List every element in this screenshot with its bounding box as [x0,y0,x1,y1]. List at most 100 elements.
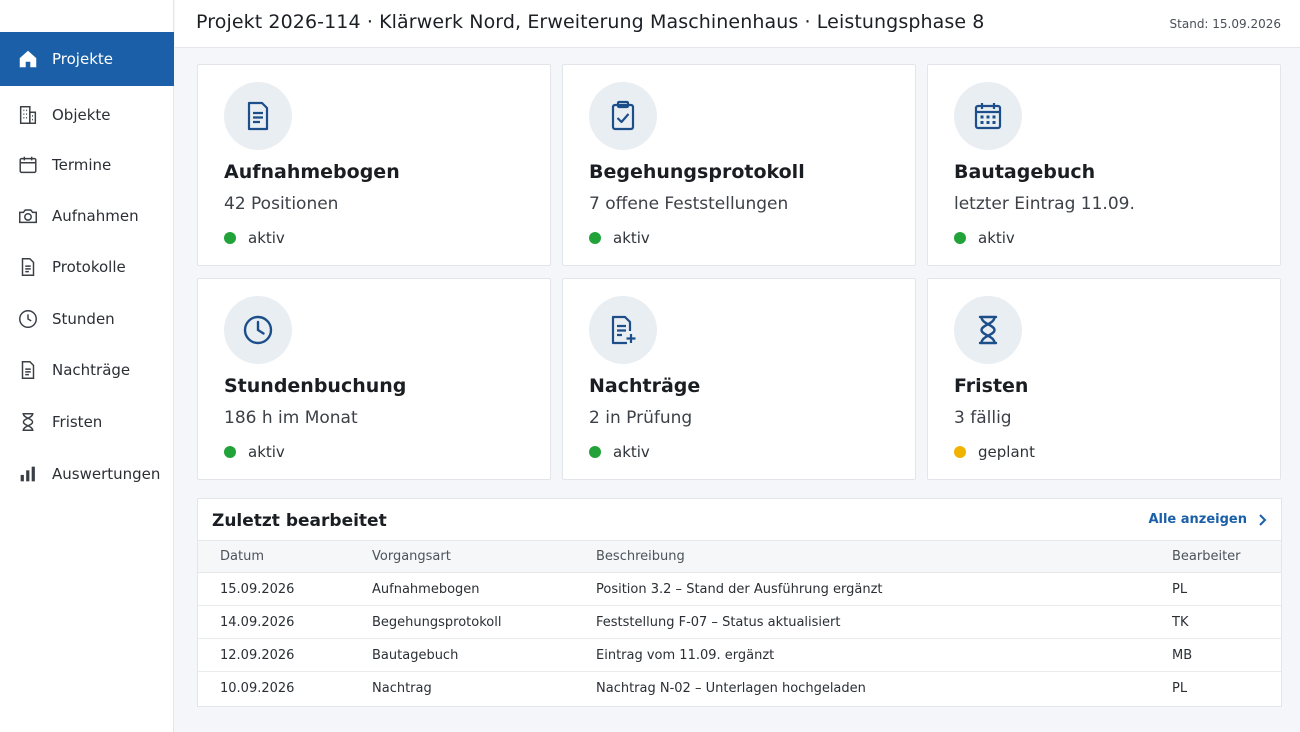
sidebar-item-label: Projekte [52,50,113,68]
status-badge: aktiv [954,229,1015,247]
camera-icon [17,205,39,227]
building-icon [17,104,39,126]
column-header-vorgangsart[interactable]: Vorgangsart [372,549,451,564]
status-badge: aktiv [589,443,650,461]
sidebar-item-protokolle[interactable]: Protokolle [0,241,174,293]
sidebar-item-projekte[interactable]: Projekte [0,32,174,86]
cell-vorgangsart: Nachtrag [372,681,432,696]
sidebar-item-label: Auswertungen [52,465,161,483]
header: Projekt 2026-114 · Klärwerk Nord, Erweit… [175,0,1300,48]
table-row[interactable]: 15.09.2026 Aufnahmebogen Position 3.2 – … [198,573,1281,606]
card-aufnahmebogen[interactable]: Aufnahmebogen 42 Positionen aktiv [197,64,551,266]
sidebar-item-label: Aufnahmen [52,207,139,225]
card-subtitle: 2 in Prüfung [589,408,693,428]
document-icon [17,359,39,381]
cell-bearbeiter: MB [1172,648,1193,663]
status-dot [589,232,601,244]
cell-datum: 10.09.2026 [220,681,295,696]
clock-icon [17,308,39,330]
sidebar-item-termine[interactable]: Termine [0,139,174,191]
status-dot [224,232,236,244]
cell-vorgangsart: Aufnahmebogen [372,582,480,597]
card-subtitle: 42 Positionen [224,194,339,214]
show-all-link[interactable]: Alle anzeigen [1148,512,1269,527]
cell-beschreibung: Feststellung F-07 – Status aktualisiert [596,615,841,630]
card-subtitle: 186 h im Monat [224,408,358,428]
card-subtitle: 7 offene Feststellungen [589,194,789,214]
card-title: Stundenbuchung [224,375,407,397]
card-stundenbuchung[interactable]: Stundenbuchung 186 h im Monat aktiv [197,278,551,480]
cell-bearbeiter: PL [1172,582,1188,597]
status-badge: aktiv [224,443,285,461]
status-label: aktiv [248,443,285,461]
panel-title: Zuletzt bearbeitet [212,511,387,531]
cell-bearbeiter: TK [1172,615,1189,630]
document-icon [17,256,39,278]
hourglass-icon [954,296,1022,364]
column-header-bearbeiter[interactable]: Bearbeiter [1172,549,1241,564]
status-label: aktiv [613,229,650,247]
document-icon [224,82,292,150]
card-subtitle: 3 fällig [954,408,1012,428]
cell-datum: 12.09.2026 [220,648,295,663]
show-all-label: Alle anzeigen [1148,512,1247,527]
status-dot [589,446,601,458]
sidebar-item-label: Objekte [52,106,111,124]
sidebar-item-aufnahmen[interactable]: Aufnahmen [0,190,174,242]
status-dot [224,446,236,458]
cell-beschreibung: Nachtrag N-02 – Unterlagen hochgeladen [596,681,866,696]
column-header-datum[interactable]: Datum [220,549,264,564]
hourglass-icon [17,411,39,433]
sidebar-item-label: Nachträge [52,361,131,379]
status-label: geplant [978,443,1036,461]
sidebar-item-label: Protokolle [52,258,126,276]
card-bautagebuch[interactable]: Bautagebuch letzter Eintrag 11.09. aktiv [927,64,1281,266]
card-subtitle: letzter Eintrag 11.09. [954,194,1135,214]
card-nachtraege[interactable]: Nachträge 2 in Prüfung aktiv [562,278,916,480]
table-row[interactable]: 10.09.2026 Nachtrag Nachtrag N-02 – Unte… [198,672,1281,705]
table-row[interactable]: 12.09.2026 Bautagebuch Eintrag vom 11.09… [198,639,1281,672]
table-row[interactable]: 14.09.2026 Begehungsprotokoll Feststellu… [198,606,1281,639]
sidebar-item-nachtraege[interactable]: Nachträge [0,344,174,396]
bar-chart-icon [17,463,39,485]
recent-panel: Zuletzt bearbeitet Alle anzeigen Datum V… [197,498,1282,707]
cell-bearbeiter: PL [1172,681,1188,696]
status-badge: geplant [954,443,1035,461]
card-fristen[interactable]: Fristen 3 fällig geplant [927,278,1281,480]
status-label: aktiv [248,229,285,247]
chevron-right-icon [1259,513,1267,526]
clock-icon [224,296,292,364]
sidebar-item-objekte[interactable]: Objekte [0,89,174,141]
sidebar-item-fristen[interactable]: Fristen [0,396,174,448]
status-dot [954,446,966,458]
card-title: Bautagebuch [954,161,1096,183]
status-label: aktiv [613,443,650,461]
cell-beschreibung: Position 3.2 – Stand der Ausführung ergä… [596,582,883,597]
card-title: Nachträge [589,375,701,397]
page-title: Projekt 2026-114 · Klärwerk Nord, Erweit… [196,11,985,33]
status-badge: aktiv [224,229,285,247]
card-title: Fristen [954,375,1029,397]
status-label: aktiv [978,229,1015,247]
table-header: Datum Vorgangsart Beschreibung Bearbeite… [198,540,1281,573]
clipboard-check-icon [589,82,657,150]
sidebar-item-stunden[interactable]: Stunden [0,293,174,345]
calendar-icon [17,154,39,176]
card-title: Aufnahmebogen [224,161,400,183]
cell-datum: 14.09.2026 [220,615,295,630]
card-title: Begehungsprotokoll [589,161,805,183]
status-dot [954,232,966,244]
cell-datum: 15.09.2026 [220,582,295,597]
home-icon [17,48,39,70]
cell-beschreibung: Eintrag vom 11.09. ergänzt [596,648,775,663]
column-header-beschreibung[interactable]: Beschreibung [596,549,685,564]
sidebar-item-label: Fristen [52,413,103,431]
stand-date: Stand: 15.09.2026 [1169,17,1281,31]
sidebar-item-label: Termine [52,156,112,174]
sidebar-item-label: Stunden [52,310,115,328]
cell-vorgangsart: Bautagebuch [372,648,459,663]
document-plus-icon [589,296,657,364]
card-begehungsprotokoll[interactable]: Begehungsprotokoll 7 offene Feststellung… [562,64,916,266]
status-badge: aktiv [589,229,650,247]
sidebar-item-auswertungen[interactable]: Auswertungen [0,448,174,500]
